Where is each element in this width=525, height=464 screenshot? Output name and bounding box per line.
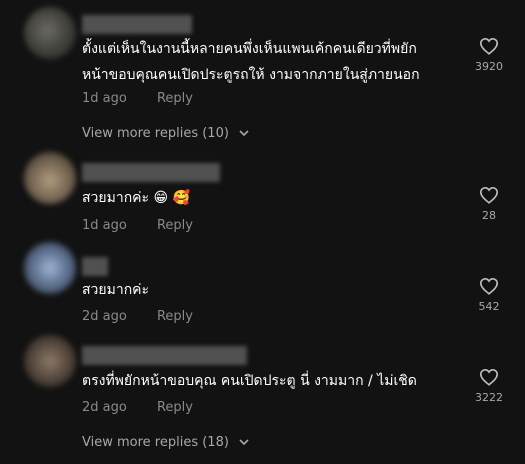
comment-text-line: ตรงที่พยักหน้าขอบคุณ คนเปิดประตู นี่ งาม… [82,373,417,389]
username-blurred[interactable] [82,163,220,182]
reply-button[interactable]: Reply [157,91,193,106]
heart-icon[interactable] [479,368,499,386]
avatar[interactable] [24,7,76,59]
comment-text: สวยมากค่ะ [82,277,149,303]
like-count: 28 [482,209,496,222]
comment-text: ตรงที่พยักหน้าขอบคุณ คนเปิดประตู นี่ งาม… [82,368,417,394]
chevron-down-icon [239,130,249,137]
view-more-label: View more replies (18) [82,435,229,450]
avatar[interactable] [24,335,76,387]
heart-icon[interactable] [479,277,499,295]
comment-text-line: หน้าขอบคุณคนเปิดประตูรถให้ งามจากภายในสู… [82,67,420,83]
reply-button[interactable]: Reply [157,309,193,324]
avatar[interactable] [24,152,76,204]
comment-text-line: สวยมากค่ะ 😁 🥰 [82,190,190,206]
chevron-down-icon [239,439,249,446]
reply-button[interactable]: Reply [157,400,193,415]
view-more-replies-button[interactable]: View more replies (10) [82,126,249,141]
like-button[interactable]: 3920 [468,37,510,73]
heart-icon[interactable] [479,37,499,55]
reply-button[interactable]: Reply [157,218,193,233]
username-blurred[interactable] [82,15,192,34]
heart-icon[interactable] [479,186,499,204]
username-blurred[interactable] [82,257,108,276]
timestamp: 1d ago [82,91,127,106]
comment-text: สวยมากค่ะ 😁 🥰 [82,185,190,211]
view-more-label: View more replies (10) [82,126,229,141]
comment-text: ตั้งแต่เห็นในงานนี้หลายคนพึ่งเห็นแพนเค้ก… [82,36,420,88]
like-count: 3222 [475,391,503,404]
timestamp: 2d ago [82,309,127,324]
comment-meta: 1d ago Reply [82,218,193,233]
like-button[interactable]: 542 [468,277,510,313]
like-button[interactable]: 3222 [468,368,510,404]
like-button[interactable]: 28 [468,186,510,222]
comment-meta: 1d ago Reply [82,91,193,106]
like-count: 542 [478,300,500,313]
view-more-replies-button[interactable]: View more replies (18) [82,435,249,450]
comment-text-line: สวยมากค่ะ [82,282,150,298]
username-blurred[interactable] [82,346,247,365]
comment-meta: 2d ago Reply [82,400,193,415]
like-count: 3920 [475,60,503,73]
timestamp: 2d ago [82,400,127,415]
timestamp: 1d ago [82,218,127,233]
avatar[interactable] [24,242,76,294]
comment-text-line: ตั้งแต่เห็นในงานนี้หลายคนพึ่งเห็นแพนเค้ก… [82,41,417,57]
comment-meta: 2d ago Reply [82,309,193,324]
